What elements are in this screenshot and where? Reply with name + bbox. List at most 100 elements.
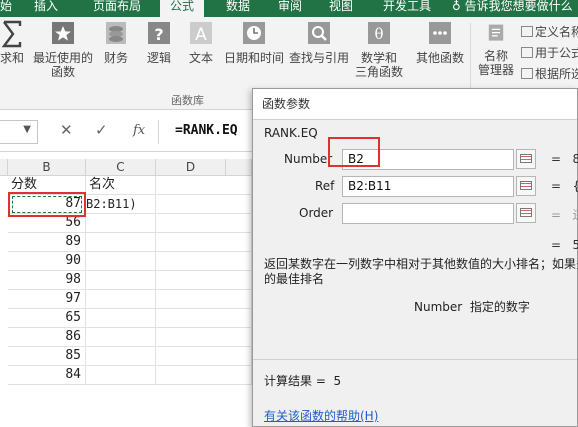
text-button[interactable]: A 文本 [185, 19, 217, 65]
tab-developer[interactable]: 开发工具 [383, 0, 431, 17]
function-library-group-label: 函数库 [171, 94, 204, 107]
cell-b4[interactable]: 89 [8, 233, 86, 252]
cell-c7[interactable] [86, 290, 156, 309]
define-name-button[interactable]: 定义名称 [521, 25, 578, 39]
cell-highlight-box [8, 192, 86, 217]
financial-button[interactable]: 财务 [100, 19, 132, 65]
cell-d6[interactable] [156, 271, 252, 290]
text-icon: A [190, 22, 212, 45]
tab-insert[interactable]: 插入 [34, 0, 58, 17]
tell-me-box[interactable]: ♁ 告诉我您想要做什么 [452, 0, 573, 13]
formula-preview-result: = 5 [551, 238, 578, 252]
tab-formulas[interactable]: 公式 [160, 0, 205, 17]
column-header-a[interactable] [0, 159, 8, 176]
create-from-selection-button[interactable]: 根据所选 [521, 67, 578, 81]
tab-review[interactable]: 审阅 [278, 0, 302, 17]
cell-c11[interactable] [86, 366, 156, 385]
use-in-formula-button[interactable]: 用于公式 [521, 46, 578, 60]
svg-text:A: A [195, 25, 207, 45]
range-select-icon [520, 181, 532, 190]
cell-d7[interactable] [156, 290, 252, 309]
ref-field[interactable]: B2:B11 [342, 176, 514, 197]
range-select-icon [520, 208, 532, 217]
cell-c2-editing[interactable]: B2:B11) [86, 195, 156, 214]
calculation-result-value: 5 [333, 374, 342, 388]
cell-d5[interactable] [156, 252, 252, 271]
cell-c4[interactable] [86, 233, 156, 252]
column-header-e[interactable] [226, 159, 252, 176]
cell-d11[interactable] [156, 366, 252, 385]
math-trig-button[interactable]: θ 数学和 三角函数 [352, 19, 406, 79]
cell-b10[interactable]: 85 [8, 347, 86, 366]
number-result: = 87 [551, 152, 578, 166]
svg-text:θ: θ [374, 25, 383, 43]
name-manager-button[interactable]: 名称 管理器 [476, 23, 516, 77]
sigma-icon [1, 20, 22, 48]
more-functions-button[interactable]: 其他函数 [412, 19, 468, 65]
result-divider [253, 359, 577, 360]
cell-c3[interactable] [86, 214, 156, 233]
tab-data[interactable]: 数据 [226, 0, 250, 17]
tab-view[interactable]: 视图 [329, 0, 353, 17]
argument-help-text: 指定的数字 [469, 300, 530, 314]
cell-c6[interactable] [86, 271, 156, 290]
order-collapse-button[interactable] [516, 203, 536, 223]
column-header-c[interactable]: C [86, 159, 156, 176]
cell-d8[interactable] [156, 309, 252, 328]
cell-d4[interactable] [156, 233, 252, 252]
more-icon [429, 22, 451, 44]
cancel-icon[interactable]: ✕ [60, 121, 73, 139]
cell-c9[interactable] [86, 328, 156, 347]
date-time-button[interactable]: 日期和时间 [222, 19, 286, 65]
ref-label: Ref [315, 179, 335, 193]
function-help-link[interactable]: 有关该函数的帮助(H) [264, 407, 378, 424]
cell-b6[interactable]: 98 [8, 271, 86, 290]
range-select-icon [520, 154, 532, 163]
number-collapse-button[interactable] [516, 149, 536, 169]
money-icon [106, 22, 126, 44]
star-icon [52, 22, 74, 44]
argument-help-name: Number [414, 300, 463, 314]
enter-icon[interactable]: ✓ [95, 121, 108, 139]
lookup-reference-button[interactable]: 查找与引用 [287, 19, 351, 65]
question-icon: ? [148, 22, 170, 44]
cell-d1[interactable] [156, 176, 252, 195]
tab-home[interactable]: 始 [0, 0, 12, 17]
cell-b9[interactable]: 86 [8, 328, 86, 347]
column-header-d[interactable]: D [156, 159, 226, 176]
chevron-down-icon[interactable]: ▼ [23, 124, 31, 135]
cell-d2[interactable] [156, 195, 252, 214]
logical-button[interactable]: ? 逻辑 [143, 19, 175, 65]
insert-function-icon[interactable]: fx [133, 123, 145, 138]
name-box[interactable]: ▼ [0, 120, 38, 144]
recent-functions-button[interactable]: 最近使用的 函数 [32, 19, 94, 79]
tell-me-text: 告诉我您想要做什么 [464, 0, 573, 13]
cell-b8[interactable]: 65 [8, 309, 86, 328]
autosum-button[interactable]: 求和 [0, 19, 28, 65]
cell-c10[interactable] [86, 347, 156, 366]
number-label: Number [284, 152, 333, 166]
cell-b5[interactable]: 90 [8, 252, 86, 271]
cell-d3[interactable] [156, 214, 252, 233]
column-header-b[interactable]: B [8, 159, 86, 176]
cell-c8[interactable] [86, 309, 156, 328]
svg-text:?: ? [154, 25, 163, 44]
cell-d10[interactable] [156, 347, 252, 366]
cell-c1[interactable]: 名次 [86, 176, 156, 195]
function-name: RANK.EQ [264, 126, 318, 140]
cell-c5[interactable] [86, 252, 156, 271]
order-result: = 逻 [551, 208, 578, 222]
clock-icon [243, 22, 265, 44]
formula-input[interactable]: =RANK.EQ [158, 120, 258, 144]
cell-b11[interactable]: 84 [8, 366, 86, 385]
calculation-result: 计算结果 = 5 [264, 374, 342, 388]
cell-d9[interactable] [156, 328, 252, 347]
ribbon-tab-bar: 始 插入 页面布局 公式 数据 审阅 视图 开发工具 ♁ 告诉我您想要做什么 [0, 0, 578, 17]
ref-result: = {8 [551, 179, 578, 193]
order-field[interactable] [342, 203, 514, 224]
function-description-line2: 的最佳排名 [264, 272, 325, 286]
dialog-title[interactable]: 函数参数 [253, 89, 577, 119]
ref-collapse-button[interactable] [516, 176, 536, 196]
cell-b7[interactable]: 97 [8, 290, 86, 309]
tab-page-layout[interactable]: 页面布局 [93, 0, 141, 17]
